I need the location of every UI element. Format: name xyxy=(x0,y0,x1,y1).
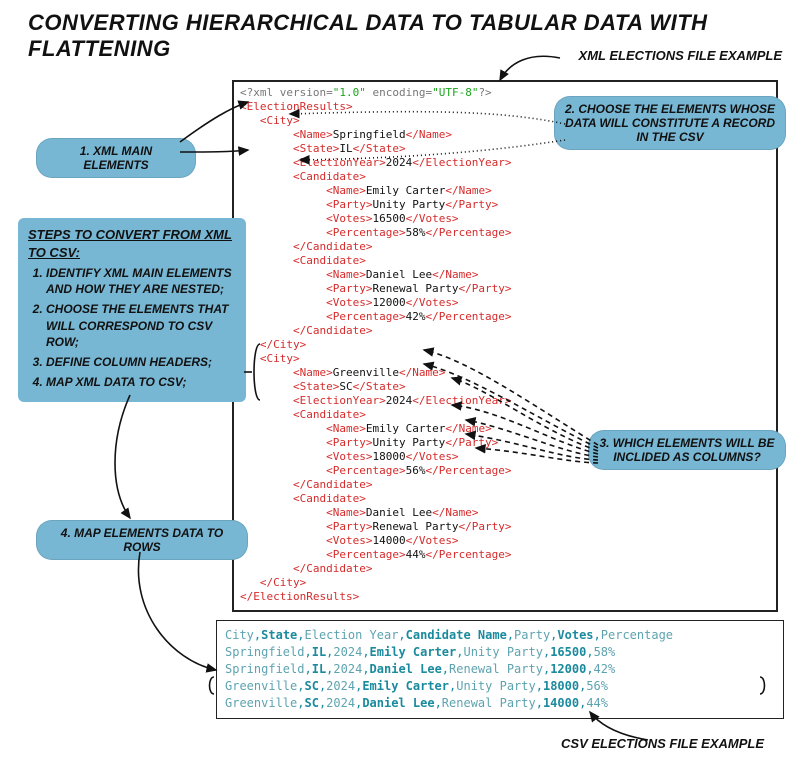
steps-item: DEFINE COLUMN HEADERS; xyxy=(46,354,236,370)
callout-step2: 2. CHOOSE THE ELEMENTS WHOSE DATA WILL C… xyxy=(554,96,786,150)
steps-list: IDENTIFY XML MAIN ELEMENTS AND HOW THEY … xyxy=(28,265,236,390)
csv-example-label: CSV ELECTIONS FILE EXAMPLE xyxy=(561,736,764,751)
xml-example-label: XML ELECTIONS FILE EXAMPLE xyxy=(579,48,782,63)
steps-item: IDENTIFY XML MAIN ELEMENTS AND HOW THEY … xyxy=(46,265,236,297)
callout-step4: 4. MAP ELEMENTS DATA TO ROWS xyxy=(36,520,248,560)
csv-output-box: City,State,Election Year,Candidate Name,… xyxy=(216,620,784,719)
steps-item: MAP XML DATA TO CSV; xyxy=(46,374,236,390)
steps-panel: STEPS TO CONVERT FROM XML TO CSV: IDENTI… xyxy=(18,218,246,402)
xml-code-box: <?xml version="1.0" encoding="UTF-8"?> <… xyxy=(232,80,778,612)
callout-step3: 3. WHICH ELEMENTS WILL BE INCLIDED AS CO… xyxy=(588,430,786,470)
callout-step1: 1. XML MAIN ELEMENTS xyxy=(36,138,196,178)
steps-item: CHOOSE THE ELEMENTS THAT WILL CORRESPOND… xyxy=(46,301,236,350)
steps-title: STEPS TO CONVERT FROM XML TO CSV: xyxy=(28,226,236,261)
